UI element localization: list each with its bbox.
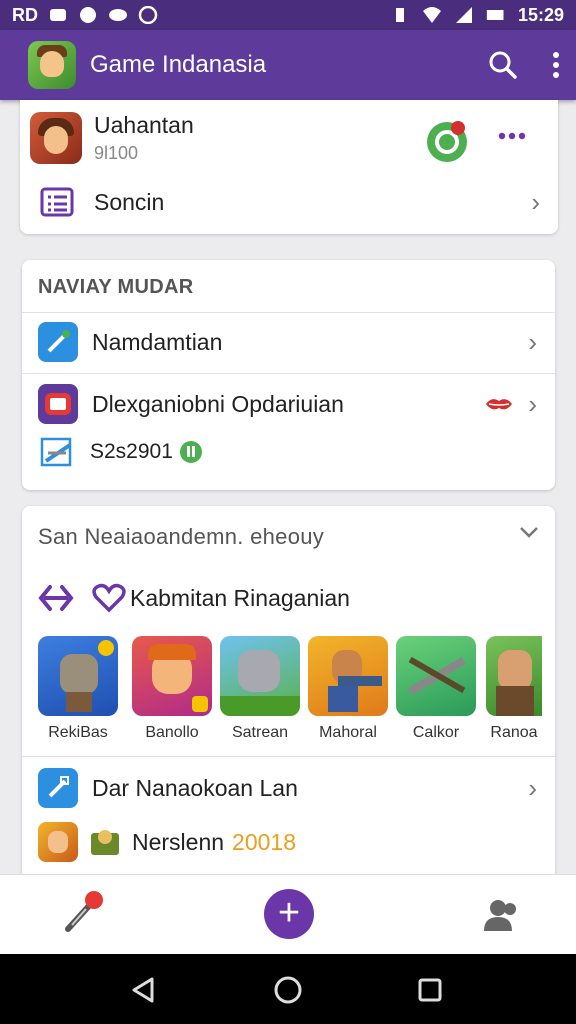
system-nav-bar bbox=[0, 954, 576, 1024]
chevron-right-icon: › bbox=[528, 772, 537, 803]
home-icon[interactable] bbox=[274, 976, 302, 1004]
section-card-2: San Neaiaoandemn. eheouy Kabmitan Rinaga… bbox=[22, 506, 555, 876]
lips-icon bbox=[486, 399, 512, 410]
profile-row[interactable]: Uahantan 9l100 bbox=[20, 110, 558, 166]
avatar bbox=[30, 112, 82, 164]
app-bar: Game Indanasia bbox=[0, 30, 576, 100]
section2-row-2-label: Nerslenn bbox=[132, 828, 225, 855]
swap-arrows-icon bbox=[38, 585, 74, 611]
profile-subtitle: 9l100 bbox=[94, 143, 139, 163]
add-button[interactable]: + bbox=[264, 889, 314, 939]
game-tile-6[interactable] bbox=[486, 636, 542, 716]
youtube-icon bbox=[38, 384, 78, 424]
game-avatar-icon bbox=[38, 822, 78, 862]
heart-link-icon bbox=[92, 583, 126, 613]
battery-icon bbox=[486, 10, 504, 20]
chat-icon bbox=[109, 9, 127, 21]
game-label-3: Satrean bbox=[231, 724, 289, 741]
game-tile-2[interactable] bbox=[132, 636, 212, 716]
back-icon[interactable] bbox=[130, 976, 156, 1004]
game-tile-5[interactable] bbox=[396, 636, 476, 716]
section-title-1: NAVIAY MUDAR bbox=[38, 276, 194, 298]
profile-link-label: Soncin bbox=[94, 188, 165, 215]
section1-item-3-label: S2s2901 bbox=[90, 440, 173, 463]
game-label-5: Calkor bbox=[412, 724, 460, 741]
game-label-2: Banollo bbox=[145, 724, 199, 741]
status-time: 15:29 bbox=[517, 4, 564, 25]
section1-item-1[interactable]: Namdamtian › bbox=[22, 320, 555, 364]
bottom-nav: + bbox=[0, 874, 576, 954]
vibrate-icon bbox=[395, 8, 404, 22]
green-badge-icon bbox=[179, 441, 202, 463]
game-label-4: Mahoral bbox=[319, 724, 377, 741]
microphone-icon[interactable] bbox=[62, 889, 108, 935]
list-icon bbox=[40, 187, 74, 217]
chevron-down-icon[interactable] bbox=[519, 526, 539, 538]
game-tile-1[interactable] bbox=[38, 636, 118, 716]
chart-icon bbox=[38, 432, 78, 472]
status-bar: RD 15:29 bbox=[0, 0, 576, 30]
shield-game-icon bbox=[91, 830, 119, 855]
wrench-icon bbox=[38, 768, 78, 808]
chevron-right-icon: › bbox=[528, 326, 537, 357]
more-vert-icon[interactable] bbox=[552, 51, 560, 79]
app-logo[interactable] bbox=[28, 41, 76, 89]
section2-row-1[interactable]: Dar Nanaokoan Lan › bbox=[22, 768, 555, 808]
app-status-icon bbox=[138, 6, 158, 24]
section1-item-2[interactable]: Dlexganiobni Opdariuian › bbox=[22, 382, 555, 426]
chevron-right-icon: › bbox=[528, 388, 537, 419]
profile-icon[interactable] bbox=[482, 897, 518, 933]
section2-row-2[interactable]: Nerslenn 20018 bbox=[22, 820, 555, 864]
message-icon bbox=[80, 7, 96, 23]
app-title: Game Indanasia bbox=[90, 51, 267, 78]
signal-icon bbox=[455, 7, 472, 23]
status-left-text: RD bbox=[12, 4, 38, 25]
profile-name: Uahantan bbox=[94, 112, 194, 138]
game-tile-3[interactable] bbox=[220, 636, 300, 716]
recents-icon[interactable] bbox=[418, 978, 442, 1002]
section-card-1: NAVIAY MUDAR Namdamtian › Dlexganiobni O… bbox=[22, 260, 555, 490]
profile-card: Uahantan 9l100 Soncin › bbox=[20, 100, 558, 234]
more-horiz-icon[interactable] bbox=[498, 132, 526, 140]
section1-item-1-label: Namdamtian bbox=[92, 328, 223, 355]
wifi-icon bbox=[422, 7, 441, 23]
section-title-2: San Neaiaoandemn. eheouy bbox=[38, 524, 325, 549]
game-label-6: Ranoa bbox=[490, 724, 538, 741]
game-label-1: RekiBas bbox=[48, 724, 108, 741]
chevron-right-icon: › bbox=[531, 186, 540, 217]
section2-row-1-label: Dar Nanaokoan Lan bbox=[92, 774, 298, 801]
section1-item-2-label: Dlexganiobni Opdariuian bbox=[92, 390, 344, 417]
profile-link-row[interactable]: Soncin › bbox=[20, 180, 558, 224]
search-icon[interactable] bbox=[488, 50, 518, 80]
whatsapp-icon[interactable] bbox=[424, 118, 470, 164]
section1-item-3[interactable]: S2s2901 bbox=[22, 432, 555, 472]
section2-sub-row[interactable]: Kabmitan Rinaganian bbox=[22, 578, 555, 618]
game-tile-4[interactable] bbox=[308, 636, 388, 716]
notification-icon bbox=[50, 9, 66, 21]
tools-icon bbox=[38, 322, 78, 362]
section2-row-2-year: 20018 bbox=[232, 828, 297, 855]
section2-sub-label: Kabmitan Rinaganian bbox=[130, 584, 350, 611]
